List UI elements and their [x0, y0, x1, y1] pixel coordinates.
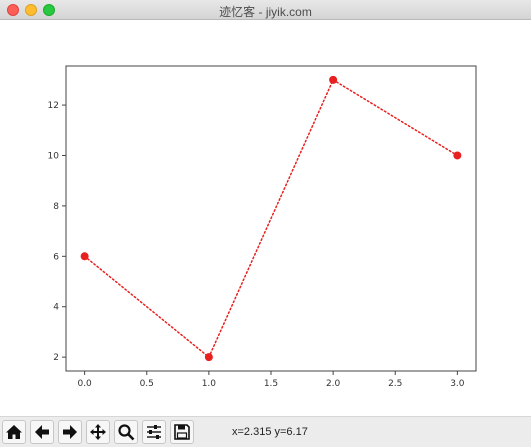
x-tick-label: 1.0 — [202, 379, 217, 389]
zoom-button[interactable] — [114, 420, 138, 444]
cursor-coordinates: x=2.315 y=6.17 — [232, 426, 308, 438]
y-tick-label: 6 — [53, 252, 59, 262]
figure-canvas[interactable]: 0.0 0.5 1.0 1.5 2.0 2.5 3.0 2 4 6 8 10 12 — [0, 20, 531, 416]
line-chart: 0.0 0.5 1.0 1.5 2.0 2.5 3.0 2 4 6 8 10 12 — [48, 65, 477, 389]
x-tick-label: 3.0 — [450, 379, 465, 389]
y-tick-label: 12 — [48, 101, 59, 111]
data-point — [453, 151, 462, 160]
configure-subplots-button[interactable] — [142, 420, 166, 444]
data-point — [80, 252, 89, 261]
magnifier-icon — [118, 424, 135, 441]
x-tick-label: 0.0 — [77, 379, 92, 389]
y-tick-label: 4 — [53, 303, 59, 313]
x-tick-label: 1.5 — [264, 379, 278, 389]
x-tick-label: 2.0 — [326, 379, 341, 389]
navigation-toolbar: x=2.315 y=6.17 — [0, 416, 531, 447]
home-icon — [6, 425, 22, 439]
arrow-right-icon — [63, 425, 77, 439]
back-button[interactable] — [30, 420, 54, 444]
sliders-icon — [147, 425, 161, 439]
title-bar: 迹忆客 - jiyik.com — [0, 0, 531, 20]
home-button[interactable] — [2, 420, 26, 444]
window-title: 迹忆客 - jiyik.com — [219, 5, 312, 19]
data-point — [329, 75, 338, 84]
move-icon — [90, 424, 106, 440]
x-tick-label: 2.5 — [388, 379, 402, 389]
y-tick-label: 8 — [53, 202, 59, 212]
x-tick-label: 0.5 — [140, 379, 154, 389]
data-point — [204, 353, 213, 362]
y-tick-label: 10 — [48, 151, 60, 161]
floppy-disk-icon — [174, 424, 190, 440]
pan-button[interactable] — [86, 420, 110, 444]
y-tick-label: 2 — [53, 353, 59, 363]
arrow-left-icon — [35, 425, 49, 439]
save-button[interactable] — [170, 420, 194, 444]
forward-button[interactable] — [58, 420, 82, 444]
